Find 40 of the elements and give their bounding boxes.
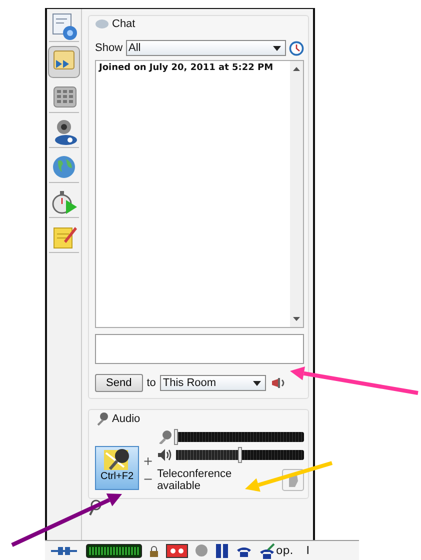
chat-message: Joined on July 20, 2011 at 5:22 PM <box>99 63 274 73</box>
globe-icon <box>50 153 78 181</box>
caret-icon <box>252 380 261 386</box>
speech-bubble-icon <box>95 19 109 29</box>
scrollbar[interactable] <box>290 61 303 327</box>
telephone-icon[interactable] <box>236 544 252 556</box>
slider-thumb[interactable] <box>174 429 178 445</box>
clock-icon[interactable] <box>289 40 304 56</box>
plus-label: + <box>143 454 154 468</box>
section-title: Audio <box>112 413 140 425</box>
volume-slider[interactable] <box>176 432 304 442</box>
teleconference-status: Teleconference available <box>157 468 233 492</box>
recipient-dropdown[interactable]: This Room <box>160 375 266 391</box>
signal-meter-icon[interactable] <box>86 544 142 558</box>
show-label: Show <box>95 42 123 54</box>
record-icon[interactable] <box>195 544 208 557</box>
scroll-up-arrow-icon[interactable] <box>293 67 300 71</box>
card-icon[interactable] <box>166 544 188 558</box>
slider-thumb[interactable] <box>238 447 242 463</box>
minus-label: − <box>143 472 154 486</box>
status-text: I <box>306 544 310 557</box>
sidebar-tab[interactable] <box>49 117 79 148</box>
volume-slider[interactable] <box>176 450 304 460</box>
caret-icon <box>273 46 281 50</box>
section-title: Chat <box>112 18 136 30</box>
scroll-down-arrow-icon[interactable] <box>293 317 300 321</box>
send-button[interactable]: Send <box>95 374 143 392</box>
stopwatch-play-icon <box>50 188 78 216</box>
message-field[interactable] <box>95 334 304 364</box>
talk-button[interactable]: Ctrl+F2 <box>95 446 139 490</box>
telephone-wrench-icon[interactable] <box>259 542 275 558</box>
speaker-icon <box>157 448 174 462</box>
lock-icon[interactable] <box>149 544 159 556</box>
status-text: op. <box>276 544 294 557</box>
show-dropdown[interactable]: All <box>126 40 286 56</box>
to-label: to <box>146 377 156 389</box>
megaphone-icon[interactable] <box>270 376 286 390</box>
document-gear-icon <box>50 12 78 40</box>
pause-icon[interactable] <box>215 544 229 558</box>
magnifier-icon[interactable] <box>88 499 102 517</box>
